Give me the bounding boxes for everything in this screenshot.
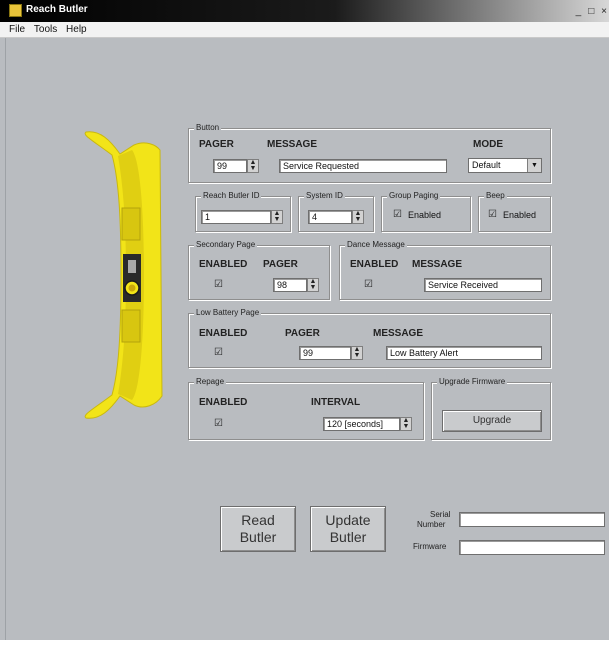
secondary-spin-arrows-icon[interactable]: ▲ ▼ [307,278,319,292]
low-battery-message-input[interactable]: Low Battery Alert [386,346,542,360]
system-spin-arrows-icon[interactable]: ▲ ▼ [352,210,364,224]
button-group-legend: Button [194,122,222,134]
secondary-pager-input[interactable]: 98 [273,278,307,292]
beep-legend: Beep [484,190,507,202]
group-paging-group: Group Paging ☑ Enabled [381,190,471,232]
menu-tools[interactable]: Tools [31,22,60,37]
serial-label-line2: Number [417,520,446,529]
pager-spin-arrows-icon[interactable]: ▲ ▼ [247,159,259,173]
dance-message-legend: Dance Message [345,239,407,251]
maximize-button[interactable]: □ [587,7,596,17]
close-button[interactable]: × [600,7,609,17]
low-battery-message-header: MESSAGE [373,328,424,339]
repage-spin-arrows-icon[interactable]: ▲ ▼ [400,417,412,431]
menu-bar: File Tools Help [0,22,609,38]
low-battery-pager-input[interactable]: 99 [299,346,351,360]
minimize-button[interactable]: _ [574,7,583,17]
low-battery-spin-arrows-icon[interactable]: ▲ ▼ [351,346,363,360]
firmware-field[interactable] [459,540,605,555]
repage-legend: Repage [194,376,227,388]
mode-select[interactable]: Default ▼ [468,158,542,173]
secondary-checkmark-icon[interactable]: ☑ [214,279,225,290]
title-bar[interactable]: Reach Butler _ □ × [0,0,609,22]
bottom-edge [0,640,609,646]
group-paging-label: Enabled [408,210,442,220]
pager-header: PAGER [199,139,234,150]
update-butler-button[interactable]: Update Butler [310,506,386,552]
upgrade-button[interactable]: Upgrade [442,410,542,432]
upgrade-firmware-legend: Upgrade Firmware [437,376,508,388]
secondary-enabled-header: ENABLED [199,259,248,270]
dance-message-input[interactable]: Service Received [424,278,542,292]
mode-select-value: Default [472,160,501,170]
reach-spin-arrows-icon[interactable]: ▲ ▼ [271,210,283,224]
message-input[interactable]: Service Requested [279,159,447,173]
window-controls: _ □ × [574,6,609,17]
app-icon [9,4,22,17]
low-battery-checkmark-icon[interactable]: ☑ [214,347,225,358]
serial-number-field[interactable] [459,512,605,527]
repage-enabled-header: ENABLED [199,397,248,408]
low-battery-enabled-header: ENABLED [199,328,248,339]
dance-enabled-header: ENABLED [350,259,399,270]
secondary-page-legend: Secondary Page [194,239,258,251]
app-window: Reach Butler _ □ × File Tools Help Butto… [0,0,609,646]
repage-group: Repage ENABLED INTERVAL ☑ 120 [seconds] … [188,376,424,440]
firmware-label: Firmware [413,542,447,551]
menu-help[interactable]: Help [63,22,90,37]
secondary-pager-header: PAGER [263,259,298,270]
pager-input[interactable]: 99 [213,159,247,173]
group-paging-legend: Group Paging [387,190,441,202]
serial-label-line1: Serial [430,510,451,519]
butler-device-image [84,131,163,419]
reach-butler-id-group: Reach Butler ID 1 ▲ ▼ [195,190,291,232]
dance-message-group: Dance Message ENABLED MESSAGE ☑ Service … [339,239,551,300]
system-id-legend: System ID [304,190,345,202]
message-header: MESSAGE [267,139,318,150]
dance-checkmark-icon[interactable]: ☑ [364,279,375,290]
dance-message-header: MESSAGE [412,259,463,270]
reach-butler-id-legend: Reach Butler ID [201,190,262,202]
upgrade-firmware-group: Upgrade Firmware Upgrade [431,376,551,440]
reach-butler-id-input[interactable]: 1 [201,210,271,224]
beep-label: Enabled [503,210,537,220]
update-button-line2: Butler [329,529,367,545]
secondary-page-group: Secondary Page ENABLED PAGER ☑ 98 ▲ ▼ [188,239,330,300]
window-title: Reach Butler [26,4,88,15]
update-button-line1: Update [325,512,371,528]
menu-file[interactable]: File [6,22,28,37]
low-battery-pager-header: PAGER [285,328,320,339]
repage-checkmark-icon[interactable]: ☑ [214,418,225,429]
system-id-group: System ID 4 ▲ ▼ [298,190,374,232]
read-butler-button[interactable]: Read Butler [220,506,296,552]
low-battery-legend: Low Battery Page [194,307,262,319]
read-button-line2: Butler [239,529,277,545]
repage-interval-input[interactable]: 120 [seconds] [323,417,400,431]
low-battery-group: Low Battery Page ENABLED PAGER MESSAGE ☑… [188,307,551,368]
mode-header: MODE [473,139,503,150]
button-group: Button PAGER MESSAGE MODE 99 ▲ ▼ Service … [188,122,551,183]
read-button-line1: Read [241,512,275,528]
system-id-input[interactable]: 4 [308,210,352,224]
group-paging-checkmark-icon[interactable]: ☑ [393,209,404,220]
beep-checkmark-icon[interactable]: ☑ [488,209,499,220]
dropdown-arrow-icon[interactable]: ▼ [527,159,541,172]
beep-group: Beep ☑ Enabled [478,190,551,232]
repage-interval-header: INTERVAL [311,397,361,408]
